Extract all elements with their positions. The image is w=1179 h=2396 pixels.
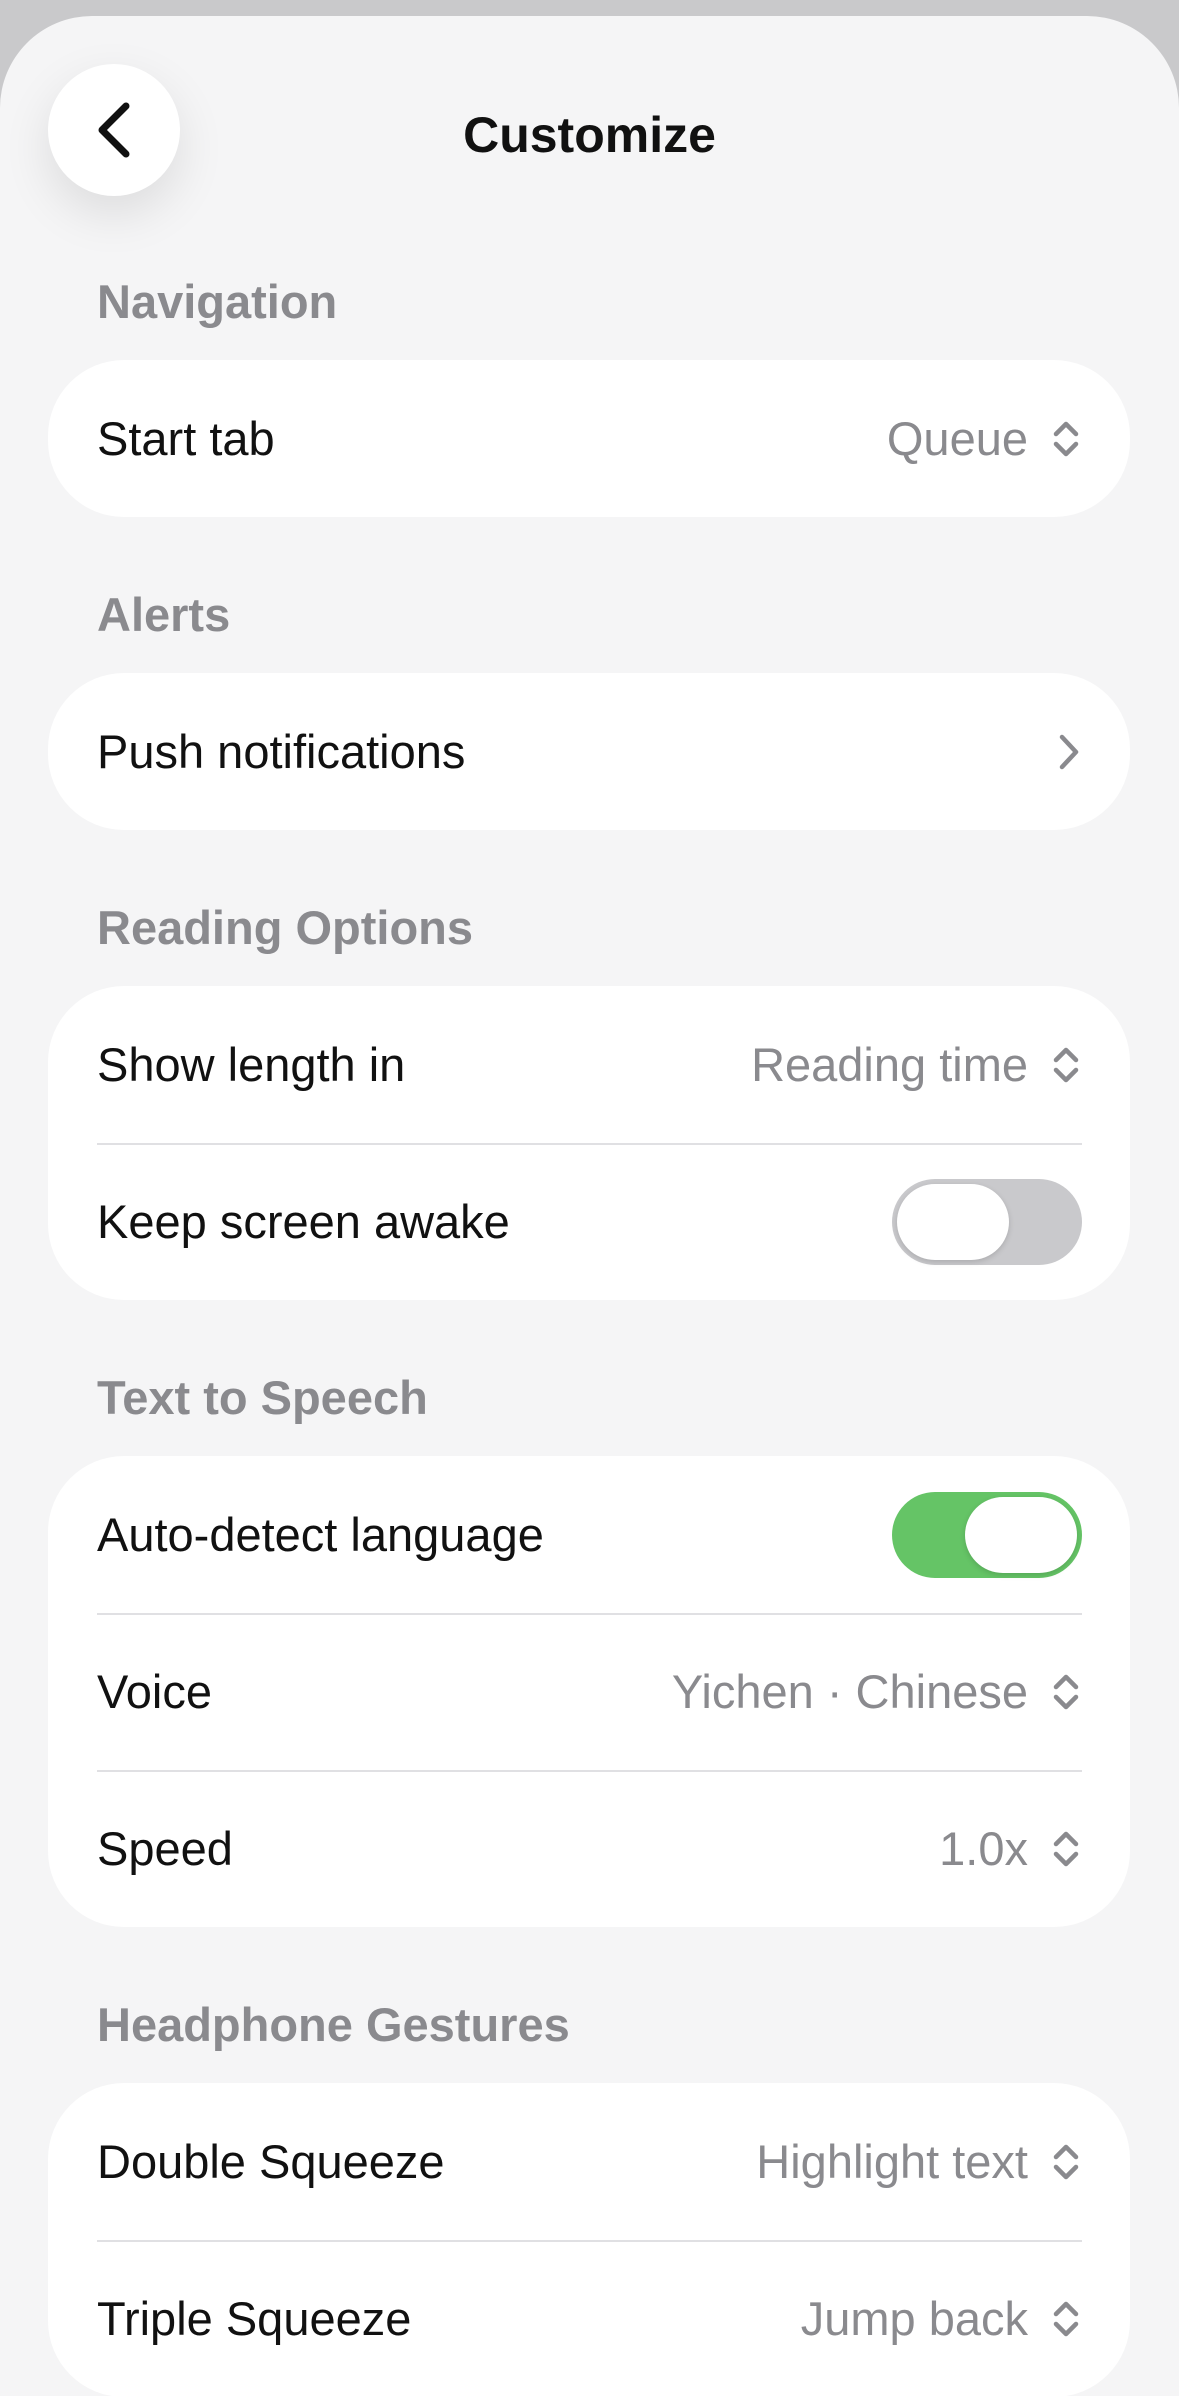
speed-row[interactable]: Speed 1.0x — [48, 1770, 1130, 1927]
show-length-value: Reading time — [751, 1038, 1028, 1091]
toggle-knob — [897, 1183, 1009, 1260]
chevron-up-down-icon — [1050, 1828, 1082, 1870]
auto-detect-language-toggle[interactable] — [892, 1491, 1082, 1578]
show-length-label: Show length in — [97, 1038, 406, 1091]
chevron-up-down-icon — [1050, 418, 1082, 460]
voice-value: Yichen · Chinese — [671, 1665, 1028, 1718]
keep-screen-awake-row: Keep screen awake — [48, 1143, 1130, 1300]
section-label-text-to-speech: Text to Speech — [97, 1371, 428, 1424]
page-title: Customize — [463, 107, 716, 163]
chevron-up-down-icon — [1050, 1044, 1082, 1086]
double-squeeze-label: Double Squeeze — [97, 2135, 445, 2188]
chevron-up-down-icon — [1050, 1671, 1082, 1713]
voice-row[interactable]: Voice Yichen · Chinese — [48, 1613, 1130, 1770]
show-length-row[interactable]: Show length in Reading time — [48, 986, 1130, 1143]
double-squeeze-value: Highlight text — [756, 2135, 1028, 2188]
start-tab-label: Start tab — [97, 412, 275, 465]
headphone-gestures-card: Double Squeeze Highlight text Triple Squ… — [48, 2083, 1130, 2396]
section-label-navigation: Navigation — [97, 275, 338, 328]
double-squeeze-row[interactable]: Double Squeeze Highlight text — [48, 2083, 1130, 2240]
voice-label: Voice — [97, 1665, 212, 1718]
chevron-up-down-icon — [1050, 2298, 1082, 2340]
section-label-headphone-gestures: Headphone Gestures — [97, 1998, 570, 2051]
start-tab-value: Queue — [886, 412, 1028, 465]
speed-label: Speed — [97, 1822, 233, 1875]
reading-options-card: Show length in Reading time Keep screen … — [48, 986, 1130, 1300]
text-to-speech-card: Auto-detect language Voice Yichen · Chin… — [48, 1456, 1130, 1927]
keep-screen-awake-toggle[interactable] — [892, 1178, 1082, 1265]
triple-squeeze-row[interactable]: Triple Squeeze Jump back — [48, 2240, 1130, 2396]
toggle-knob — [965, 1496, 1077, 1573]
speed-value: 1.0x — [939, 1822, 1028, 1875]
chevron-up-down-icon — [1050, 2141, 1082, 2183]
section-label-alerts: Alerts — [97, 588, 231, 641]
auto-detect-language-row: Auto-detect language — [48, 1456, 1130, 1613]
settings-sheet: Customize Navigation Start tab Queue Ale… — [0, 16, 1179, 2396]
auto-detect-language-label: Auto-detect language — [97, 1508, 544, 1561]
alerts-card: Push notifications — [48, 673, 1130, 830]
navigation-card: Start tab Queue — [48, 360, 1130, 517]
section-label-reading-options: Reading Options — [97, 901, 473, 954]
chevron-right-icon — [1056, 731, 1082, 773]
triple-squeeze-label: Triple Squeeze — [97, 2292, 412, 2345]
start-tab-row[interactable]: Start tab Queue — [48, 360, 1130, 517]
header: Customize — [0, 16, 1179, 248]
push-notifications-label: Push notifications — [97, 725, 466, 778]
keep-screen-awake-label: Keep screen awake — [97, 1195, 510, 1248]
push-notifications-row[interactable]: Push notifications — [48, 673, 1130, 830]
triple-squeeze-value: Jump back — [800, 2292, 1028, 2345]
